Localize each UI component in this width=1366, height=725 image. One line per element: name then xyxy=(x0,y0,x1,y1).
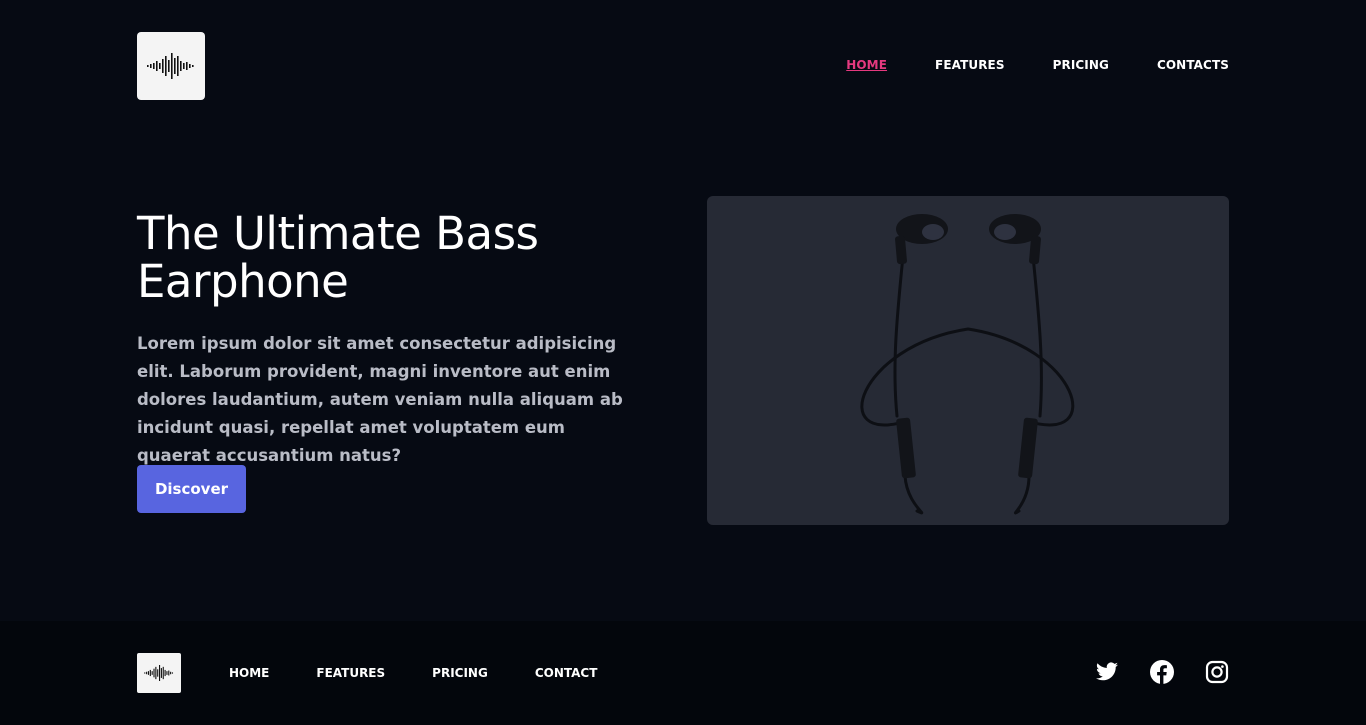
footer-features-link[interactable]: FEATURES xyxy=(316,665,385,681)
footer-pricing-link[interactable]: PRICING xyxy=(432,665,488,681)
hero-title: The Ultimate Bass Earphone xyxy=(137,207,539,308)
earphones-image xyxy=(860,214,1075,515)
footer-home-link[interactable]: HOME xyxy=(229,665,269,681)
twitter-icon[interactable] xyxy=(1095,660,1119,684)
main-nav: HOME FEATURES PRICING CONTACTS xyxy=(846,57,1229,73)
social-links xyxy=(1095,660,1229,684)
nav-pricing-link[interactable]: PRICING xyxy=(1053,57,1109,73)
footer-logo[interactable] xyxy=(137,653,181,693)
nav-home-link[interactable]: HOME xyxy=(846,57,887,73)
facebook-icon[interactable] xyxy=(1150,660,1174,684)
sound-wave-icon xyxy=(144,665,174,681)
hero-description: Lorem ipsum dolor sit amet consectetur a… xyxy=(137,334,623,465)
hero-image xyxy=(707,196,1229,525)
logo[interactable] xyxy=(137,32,205,100)
footer-contact-link[interactable]: CONTACT xyxy=(535,665,598,681)
discover-button[interactable]: Discover xyxy=(137,465,246,513)
instagram-icon[interactable] xyxy=(1205,660,1229,684)
sound-wave-icon xyxy=(147,53,194,79)
site-footer: HOME FEATURES PRICING CONTACT xyxy=(0,621,1366,725)
nav-contacts-link[interactable]: CONTACTS xyxy=(1157,57,1229,73)
nav-features-link[interactable]: FEATURES xyxy=(935,57,1005,73)
site-header: HOME FEATURES PRICING CONTACTS xyxy=(0,0,1366,130)
footer-nav: HOME FEATURES PRICING CONTACT xyxy=(229,665,597,681)
